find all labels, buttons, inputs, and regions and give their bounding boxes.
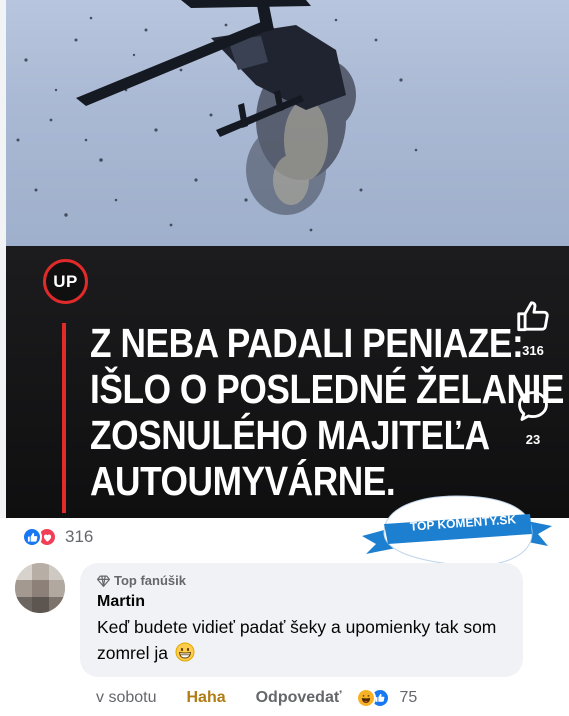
comment-bubble-icon: [518, 391, 548, 421]
haha-reaction-icon: [355, 688, 376, 708]
reaction-count: 316: [65, 527, 94, 546]
comment-author[interactable]: Martin: [97, 593, 507, 611]
haha-button[interactable]: Haha: [186, 689, 225, 707]
comment-actions: v sobotu Haha Odpovedať 75: [96, 688, 417, 708]
comment-reaction-icons[interactable]: [355, 688, 394, 708]
up-logo: UP: [43, 259, 88, 304]
headline-card: UP Z NEBA PADALI PENIAZE: IŠLO O POSLEDN…: [6, 246, 569, 518]
headline-line-3: ZOSNULÉHO MAJITEĽA: [90, 412, 490, 458]
top-fan-badge: Top fanúšik: [97, 573, 507, 588]
comment-count: 23: [525, 432, 541, 447]
comment-text: Keď budete vidieť padať šeky a upomienky…: [97, 617, 497, 663]
accent-bar: [62, 323, 66, 513]
grinning-face-icon: [175, 642, 195, 662]
comment-time[interactable]: v sobotu: [96, 689, 156, 707]
reaction-icons: [22, 527, 62, 547]
comment-bubble: Top fanúšik Martin Keď budete vidieť pad…: [80, 563, 523, 677]
headline-line-2: IŠLO O POSLEDNÉ ŽELANIE: [90, 366, 565, 412]
thumbs-up-icon: [517, 301, 549, 332]
like-count: 316: [522, 343, 544, 358]
post-media[interactable]: UP Z NEBA PADALI PENIAZE: IŠLO O POSLEDN…: [0, 0, 569, 518]
top-fan-label: Top fanúšik: [114, 573, 186, 588]
comment-text-block: Keď budete vidieť padať šeky a upomienky…: [97, 614, 507, 666]
like-action[interactable]: 316: [508, 298, 558, 358]
comment-action[interactable]: 23: [508, 387, 558, 447]
like-reaction-icon: [22, 527, 42, 547]
avatar[interactable]: [15, 563, 65, 613]
post-reactions[interactable]: 316: [22, 526, 93, 548]
diamond-icon: [97, 575, 110, 587]
helicopter-photo: [6, 0, 569, 246]
reply-button[interactable]: Odpovedať: [256, 689, 342, 707]
comment-reaction-count: 75: [399, 689, 418, 706]
post-headline: Z NEBA PADALI PENIAZE: IŠLO O POSLEDNÉ Ž…: [90, 320, 565, 504]
headline-line-1: Z NEBA PADALI PENIAZE:: [90, 320, 524, 366]
